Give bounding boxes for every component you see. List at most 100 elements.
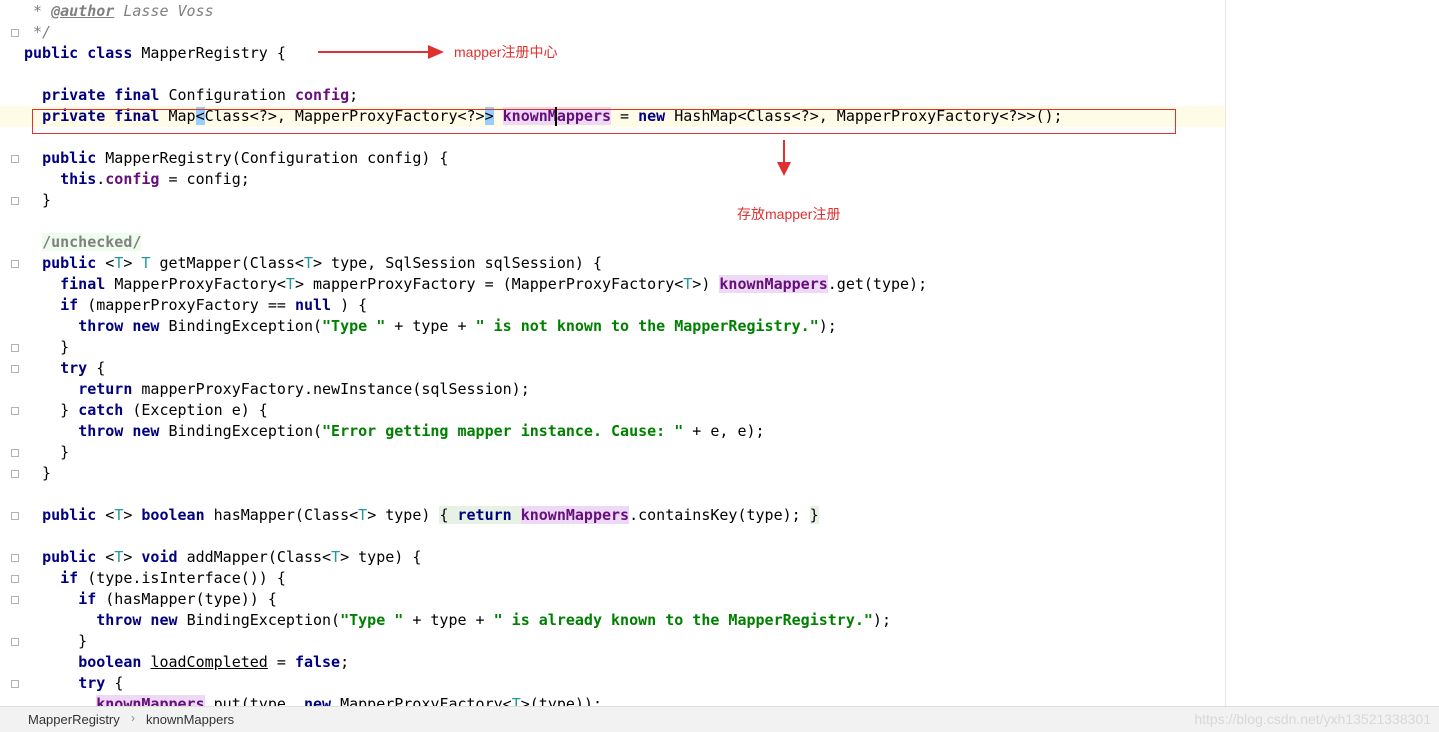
fold-marker-icon[interactable] <box>11 554 19 562</box>
code-token: } <box>24 338 70 356</box>
arrow-left-icon <box>318 45 444 59</box>
code-line[interactable]: public <T> void addMapper(Class<T> type)… <box>24 547 421 568</box>
code-token: BindingException( <box>168 422 323 440</box>
code-token: final <box>60 275 115 293</box>
code-token: .containsKey(type); <box>629 506 810 524</box>
code-token: public <box>42 506 106 524</box>
code-token: { <box>439 506 458 524</box>
code-token: addMapper(Class< <box>186 548 332 566</box>
fold-marker-icon[interactable] <box>11 680 19 688</box>
code-token: < <box>105 506 115 524</box>
code-line[interactable]: knownMappers.put(type, new MapperProxyFa… <box>24 694 602 706</box>
code-line[interactable]: public <T> boolean hasMapper(Class<T> ty… <box>24 505 819 526</box>
fold-marker-icon[interactable] <box>11 29 19 37</box>
code-line[interactable]: if (type.isInterface()) { <box>24 568 286 589</box>
fold-marker-icon[interactable] <box>11 449 19 457</box>
code-token: @author <box>51 2 115 20</box>
code-token: BindingException( <box>186 611 341 629</box>
code-token: BindingException( <box>168 317 323 335</box>
code-token: Lasse Voss <box>114 2 214 20</box>
breadcrumb-class[interactable]: MapperRegistry <box>28 712 120 727</box>
breadcrumb-field[interactable]: knownMappers <box>146 712 234 727</box>
fold-marker-icon[interactable] <box>11 596 19 604</box>
code-line[interactable]: } <box>24 631 87 652</box>
code-line[interactable]: /unchecked/ <box>24 232 142 253</box>
code-token: public <box>42 548 106 566</box>
code-line[interactable]: * @author Lasse Voss <box>24 1 214 22</box>
code-token: . <box>96 170 106 188</box>
code-editor[interactable]: * @author Lasse Voss */ public class Mapp… <box>0 0 1439 706</box>
code-line[interactable]: if (hasMapper(type)) { <box>24 589 277 610</box>
code-line[interactable]: throw new BindingException("Type " + typ… <box>24 610 891 631</box>
code-token: < <box>105 548 115 566</box>
code-token: MapperProxyFactory< <box>114 275 286 293</box>
code-token: null <box>294 296 332 314</box>
code-token: MapperProxyFactory< <box>340 695 512 706</box>
code-line[interactable]: throw new BindingException("Error gettin… <box>24 421 765 442</box>
code-line[interactable]: } <box>24 337 69 358</box>
fold-marker-icon[interactable] <box>11 260 19 268</box>
code-line[interactable]: } <box>24 463 51 484</box>
fold-marker-icon[interactable] <box>11 512 19 520</box>
code-line[interactable]: } catch (Exception e) { <box>24 400 268 421</box>
code-token: knownMappers <box>719 275 828 293</box>
code-token: catch <box>78 401 133 419</box>
text-caret <box>555 107 557 126</box>
code-line[interactable]: try { <box>24 673 123 694</box>
code-token: "Error getting mapper instance. Cause: " <box>322 422 684 440</box>
code-line[interactable]: try { <box>24 358 105 379</box>
code-token: /unchecked/ <box>42 233 142 251</box>
code-line[interactable]: boolean loadCompleted = false; <box>24 652 349 673</box>
fold-marker-icon[interactable] <box>11 470 19 478</box>
code-token: T <box>683 275 693 293</box>
code-line[interactable]: throw new BindingException("Type " + typ… <box>24 316 837 337</box>
code-line[interactable]: private final Configuration config; <box>24 85 358 106</box>
fold-marker-icon[interactable] <box>11 407 19 415</box>
code-token: private final <box>42 86 169 104</box>
code-token: } <box>24 191 52 209</box>
status-bar: MapperRegistry › knownMappers https://bl… <box>0 706 1439 732</box>
code-token: >(type)); <box>520 695 602 706</box>
code-token: throw new <box>78 422 169 440</box>
code-token: > <box>123 506 142 524</box>
code-token: ); <box>872 611 891 629</box>
code-line[interactable]: this.config = config; <box>24 169 250 190</box>
fold-marker-icon[interactable] <box>11 344 19 352</box>
code-token: > <box>123 254 142 272</box>
code-line[interactable]: if (mapperProxyFactory == null ) { <box>24 295 367 316</box>
code-token: MapperRegistry { <box>141 44 286 62</box>
fold-marker-icon[interactable] <box>11 155 19 163</box>
code-token: } <box>24 401 79 419</box>
field-annotation: 存放mapper注册 <box>737 206 841 222</box>
code-line[interactable]: public <T> T getMapper(Class<T> type, Sq… <box>24 253 602 274</box>
code-token: > <box>123 548 142 566</box>
code-line[interactable]: public MapperRegistry(Configuration conf… <box>24 148 448 169</box>
code-token: = <box>267 653 295 671</box>
code-token: .put(type, <box>204 695 304 706</box>
chevron-right-icon: › <box>131 711 135 725</box>
code-token: * <box>24 2 52 20</box>
code-token: hasMapper(Class< <box>213 506 359 524</box>
code-line[interactable]: public class MapperRegistry { <box>24 43 286 64</box>
code-token: + e, e); <box>683 422 765 440</box>
code-line[interactable]: return mapperProxyFactory.newInstance(sq… <box>24 379 530 400</box>
code-token: ); <box>818 317 837 335</box>
watermark: https://blog.csdn.net/yxh13521338301 <box>1194 711 1431 727</box>
code-line[interactable]: final MapperProxyFactory<T> mapperProxyF… <box>24 274 927 295</box>
fold-marker-icon[interactable] <box>11 365 19 373</box>
code-line[interactable]: } <box>24 190 51 211</box>
fold-marker-icon[interactable] <box>11 638 19 646</box>
code-token: Configuration <box>168 86 295 104</box>
code-token: T <box>511 695 521 706</box>
fold-marker-icon[interactable] <box>11 575 19 583</box>
code-line[interactable]: */ <box>24 22 51 43</box>
fold-marker-icon[interactable] <box>11 197 19 205</box>
code-line[interactable]: } <box>24 442 69 463</box>
